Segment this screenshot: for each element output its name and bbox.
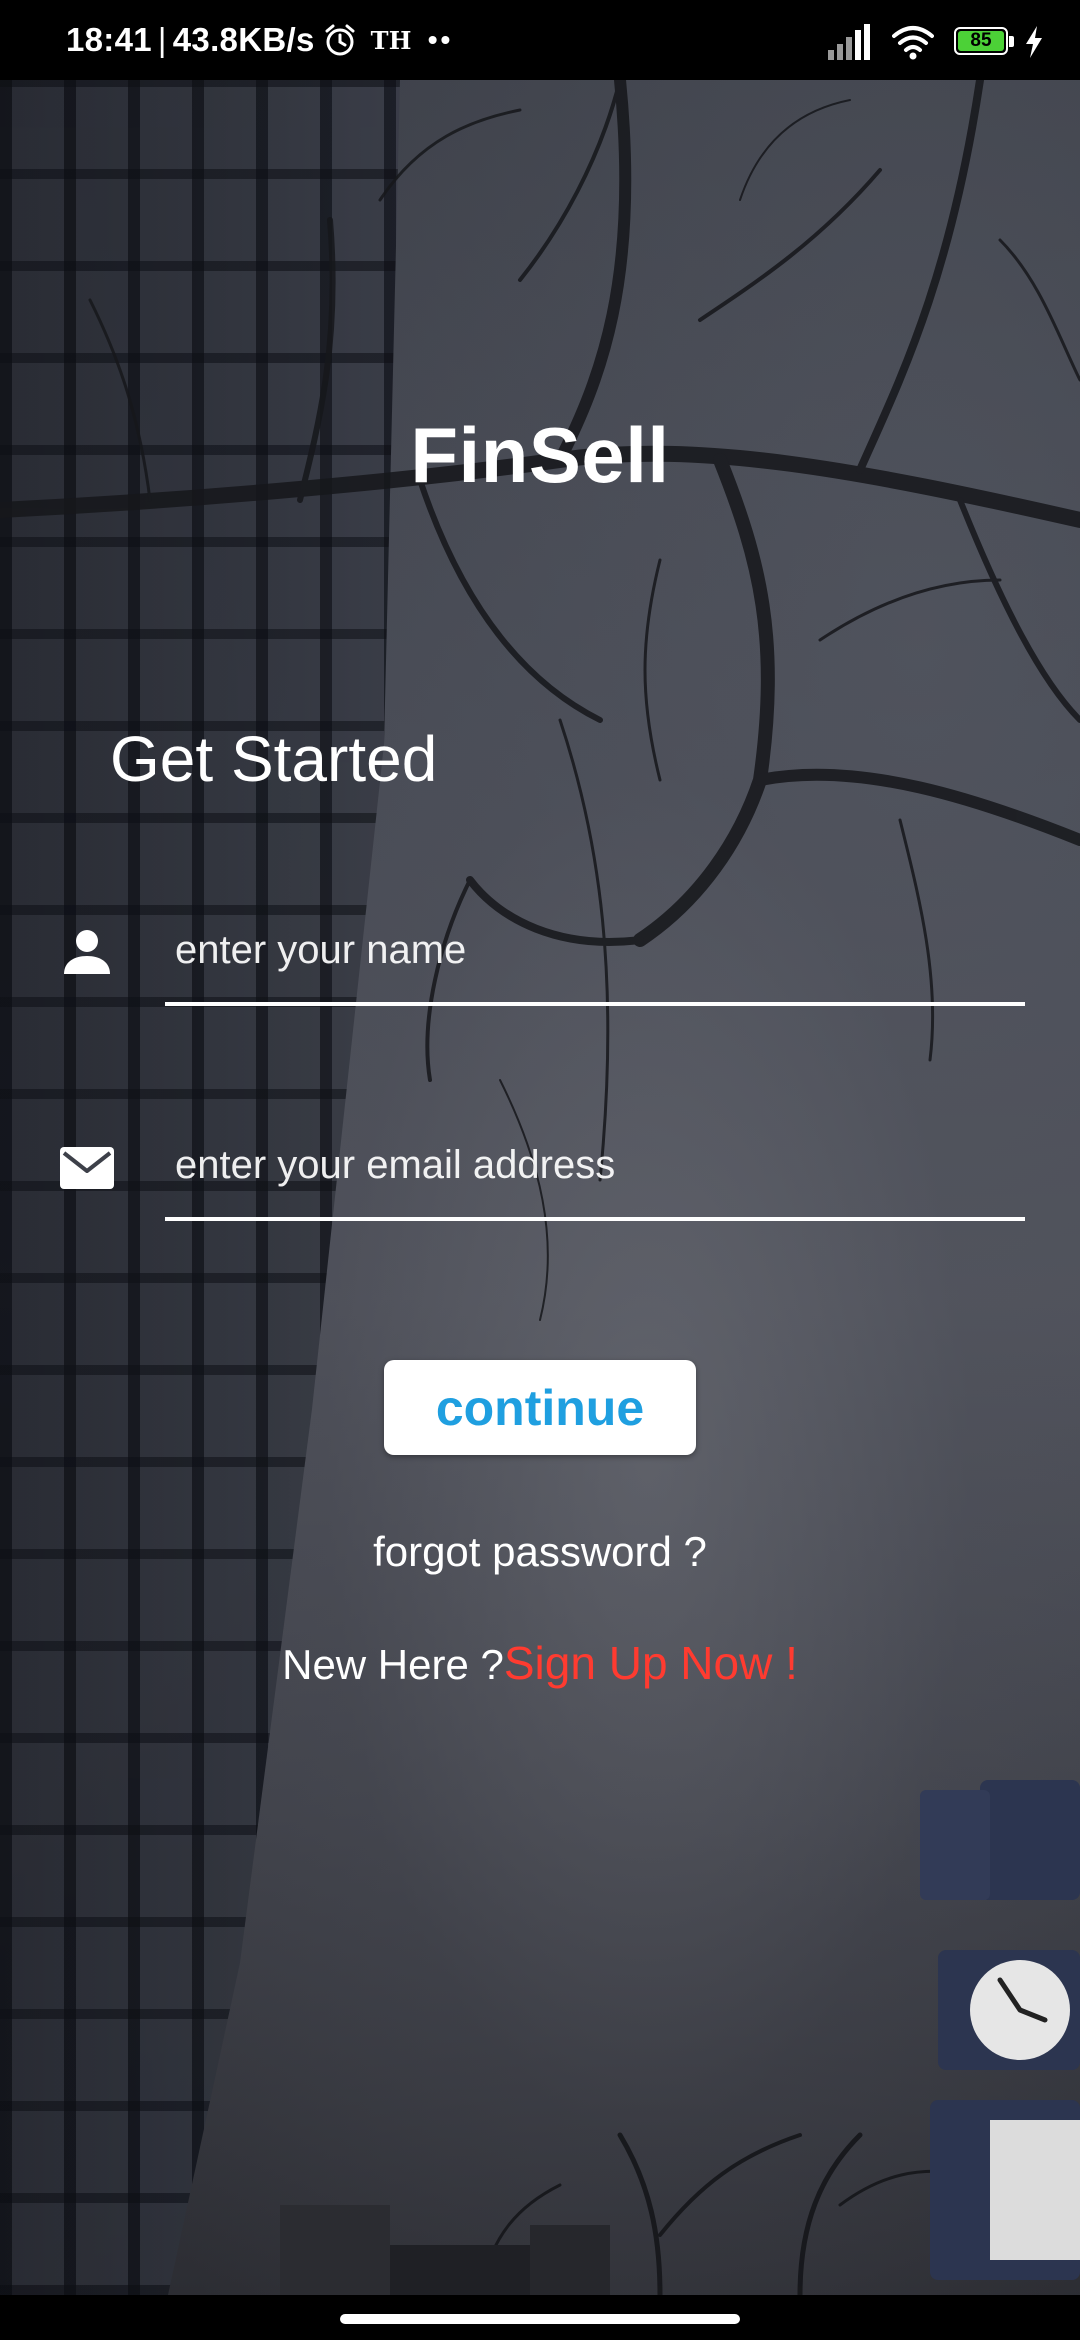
- status-left: 18:41 | 43.8KB/s TH ••: [66, 0, 453, 90]
- charging-icon: [1026, 26, 1042, 58]
- battery-level: 85: [958, 31, 1004, 51]
- wifi-icon: [892, 26, 934, 60]
- email-underline: [165, 1217, 1025, 1221]
- status-bar: 18:41 | 43.8KB/s TH •• 85: [0, 0, 1080, 80]
- more-notifications-icon: ••: [427, 24, 454, 55]
- network-speed: 43.8KB/s: [172, 21, 315, 58]
- hotel-sign-tower: [920, 1780, 1080, 2280]
- forgot-password-link[interactable]: forgot password ?: [0, 1528, 1080, 1576]
- carrier-badge: TH: [370, 25, 412, 55]
- continue-button[interactable]: continue: [384, 1360, 696, 1455]
- app-title: FinSell: [410, 411, 670, 499]
- email-field-row: [0, 1125, 1080, 1235]
- person-icon: [64, 930, 110, 974]
- new-here-label: New Here ?: [282, 1641, 504, 1688]
- home-indicator[interactable]: [340, 2314, 740, 2324]
- login-screen: 18:41 | 43.8KB/s TH •• 85 FinSell Get St…: [0, 0, 1080, 2340]
- status-time: 18:41: [66, 21, 152, 58]
- status-right: 85: [828, 22, 1044, 62]
- name-field-row: [0, 910, 1080, 1020]
- get-started-heading: Get Started: [110, 723, 438, 795]
- mail-icon: [60, 1147, 114, 1189]
- signal-icon: [828, 24, 870, 60]
- name-input[interactable]: [165, 910, 1025, 990]
- battery-body: 85: [954, 27, 1008, 55]
- status-separator: |: [157, 21, 167, 58]
- name-underline: [165, 1002, 1025, 1006]
- battery-icon: 85: [954, 27, 1016, 57]
- email-input[interactable]: [165, 1125, 1025, 1205]
- alarm-icon: [325, 24, 355, 56]
- sign-up-link[interactable]: Sign Up Now !: [504, 1637, 798, 1689]
- battery-tip: [1009, 36, 1014, 47]
- signup-row: New Here ?Sign Up Now !: [0, 1636, 1080, 1690]
